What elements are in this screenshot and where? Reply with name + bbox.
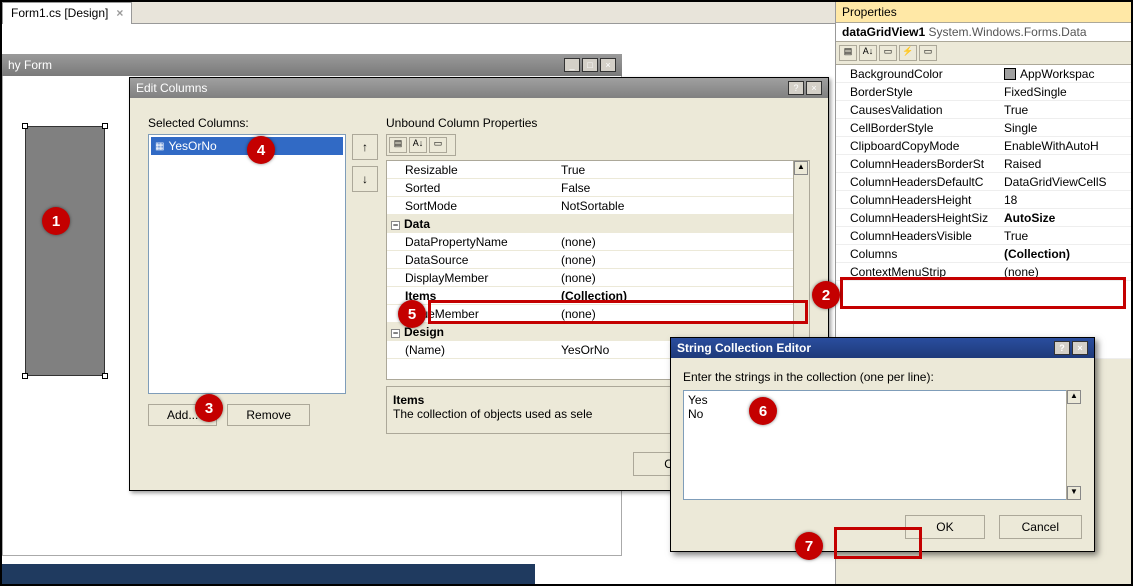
selected-columns-label: Selected Columns:: [148, 116, 378, 130]
close-icon[interactable]: ×: [806, 81, 822, 95]
color-swatch-icon: [1004, 68, 1016, 80]
move-up-button[interactable]: ↑: [352, 134, 378, 160]
cancel-button[interactable]: Cancel: [999, 515, 1082, 539]
alphabetical-icon[interactable]: A↓: [859, 45, 877, 61]
property-pages-icon[interactable]: ▭: [919, 45, 937, 61]
designer-status-strip: [2, 564, 535, 584]
minimize-icon[interactable]: _: [564, 58, 580, 72]
callout-badge: 2: [812, 281, 840, 309]
dialog-titlebar: String Collection Editor ? ×: [671, 338, 1094, 358]
scrollbar[interactable]: ▲▼: [1066, 390, 1082, 500]
callout-badge: 6: [749, 397, 777, 425]
events-icon[interactable]: ⚡: [899, 45, 917, 61]
tab-label: Form1.cs [Design]: [11, 6, 108, 20]
property-pages-icon[interactable]: ▭: [429, 137, 447, 153]
maximize-icon[interactable]: □: [582, 58, 598, 72]
properties-panel-title: Properties: [836, 2, 1131, 22]
callout-badge: 4: [247, 136, 275, 164]
column-name: YesOrNo: [168, 139, 216, 153]
help-icon[interactable]: ?: [788, 81, 804, 95]
callout-badge: 7: [795, 532, 823, 560]
dialog-titlebar: Edit Columns ? ×: [130, 78, 828, 98]
move-down-button[interactable]: ↓: [352, 166, 378, 192]
form-title: hy Form: [8, 58, 52, 72]
close-icon[interactable]: ×: [1072, 341, 1088, 355]
properties-grid[interactable]: BackgroundColorAppWorkspac BorderStyleFi…: [836, 65, 1131, 359]
remove-button[interactable]: Remove: [227, 404, 310, 426]
string-editor-prompt: Enter the strings in the collection (one…: [683, 370, 1082, 384]
callout-badge: 1: [42, 207, 70, 235]
collapse-icon: −: [391, 329, 400, 338]
categorized-icon[interactable]: ▤: [839, 45, 857, 61]
help-icon[interactable]: ?: [1054, 341, 1070, 355]
callout-badge: 5: [398, 300, 426, 328]
property-grid-toolbar: ▤ A↓ ▭: [386, 134, 456, 156]
window-buttons: _ □ ×: [564, 58, 616, 72]
dialog-title: Edit Columns: [136, 81, 207, 95]
categorized-icon[interactable]: ▤: [389, 137, 407, 153]
columns-property-row: Columns(Collection): [836, 245, 1131, 263]
alphabetical-icon[interactable]: A↓: [409, 137, 427, 153]
properties-icon[interactable]: ▭: [879, 45, 897, 61]
callout-badge: 3: [195, 394, 223, 422]
collapse-icon: −: [391, 221, 400, 230]
selected-columns-list[interactable]: ▦ YesOrNo: [148, 134, 346, 394]
close-icon[interactable]: ×: [116, 6, 123, 20]
datagridview-control[interactable]: [25, 126, 105, 376]
close-icon[interactable]: ×: [600, 58, 616, 72]
ok-button[interactable]: OK: [905, 515, 984, 539]
string-collection-textarea[interactable]: [683, 390, 1082, 500]
items-property-row: Items(Collection): [387, 287, 809, 305]
column-icon: ▦: [155, 141, 164, 152]
dialog-title: String Collection Editor: [677, 341, 811, 355]
form-titlebar: hy Form _ □ ×: [2, 54, 622, 76]
properties-toolbar: ▤ A↓ ▭ ⚡ ▭: [836, 42, 1131, 65]
unbound-properties-label: Unbound Column Properties: [386, 116, 810, 130]
properties-object-selector[interactable]: dataGridView1 System.Windows.Forms.Data: [836, 22, 1131, 42]
string-collection-editor-dialog: String Collection Editor ? × Enter the s…: [670, 337, 1095, 552]
document-tab[interactable]: Form1.cs [Design] ×: [2, 2, 132, 24]
